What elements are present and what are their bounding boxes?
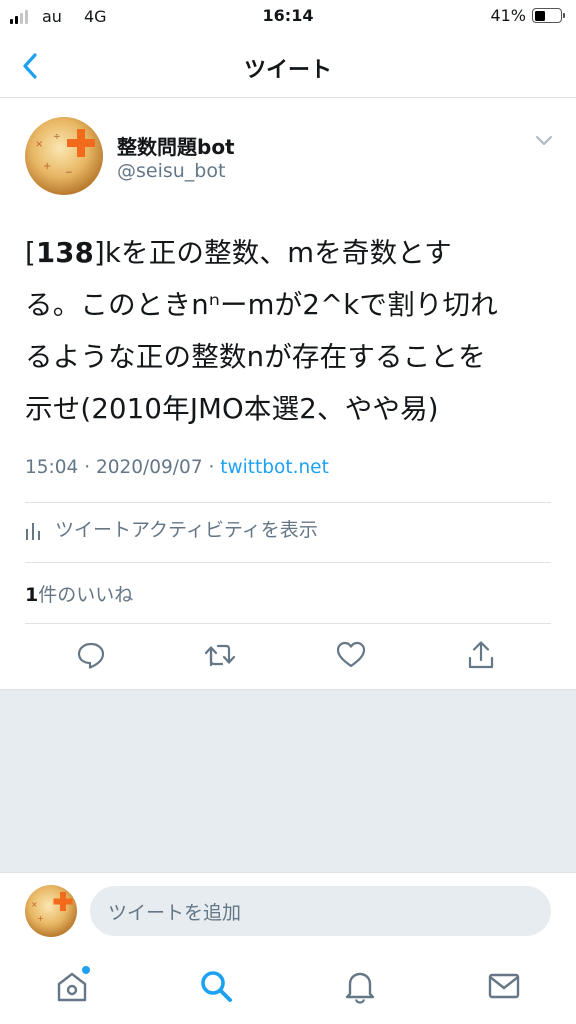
likes-label: 件のいいね [38,584,134,606]
tweet-detail: × ÷ + − 整数問題bot @seisu_bot [138]kを正の整数、m… [0,99,576,689]
notification-dot [82,966,90,974]
svg-text:×: × [31,900,38,909]
chevron-down-icon[interactable] [534,133,554,147]
search-icon [201,971,232,1002]
empty-replies-area [0,689,576,872]
tweet-timestamp: 15:04 · 2020/09/07 · [25,457,221,478]
tab-search[interactable] [196,966,236,1006]
reply-compose-bar: × + ツイートを追加 [0,872,576,948]
divider [25,562,551,563]
tweet-text-line2: る。このときnⁿーmが2^kで割り切れ [25,289,498,321]
tab-bar [0,948,576,1024]
reply-input[interactable]: ツイートを追加 [90,886,551,936]
reply-button[interactable] [73,637,109,673]
divider [25,623,551,624]
tweet-activity-label: ツイートアクティビティを表示 [55,519,318,541]
tweet-text-line3: るような正の整数nが存在することを [25,341,486,373]
heart-icon [336,641,366,668]
analytics-icon [26,522,40,540]
retweet-icon [204,644,236,667]
author-name[interactable]: 整数問題bot [117,131,235,160]
likes-count: 1 [25,584,39,606]
page-title: ツイート [243,58,332,83]
tweet-text-line: [138]kを正の整数、mを奇数とす [25,227,555,279]
likes-count-link[interactable]: 1件のいいね [25,580,133,607]
svg-text:×: × [35,139,43,150]
tweet-meta: 15:04 · 2020/09/07 · twittbot.net [25,457,329,478]
tab-notifications[interactable] [340,966,380,1006]
tweet-text: [138]kを正の整数、mを奇数とす る。このときnⁿーmが2^kで割り切れ る… [25,227,555,435]
author-handle[interactable]: @seisu_bot [117,160,225,182]
mail-icon [488,973,520,999]
tab-home[interactable] [52,966,92,1006]
svg-text:+: + [43,161,51,172]
tweet-activity-link[interactable]: ツイートアクティビティを表示 [25,515,318,542]
divider [25,502,551,503]
svg-text:+: + [37,914,44,923]
tweet-text-line1: ]kを正の整数、mを奇数とす [93,237,452,269]
problem-number: 138 [35,237,94,269]
source-link[interactable]: twittbot.net [220,457,329,478]
avatar[interactable]: × + [25,885,77,937]
share-icon [468,641,494,669]
battery-percent: 41% [490,6,526,25]
status-bar: au 4G 16:14 41% [0,0,576,34]
bell-icon [345,972,375,1004]
share-button[interactable] [463,637,499,673]
tweet-actions [25,637,551,677]
reply-icon [77,642,105,669]
like-button[interactable] [333,637,369,673]
avatar[interactable]: × ÷ + − [25,117,103,195]
retweet-button[interactable] [202,637,238,673]
tweet-text-line4: 示せ(2010年JMO本選2、やや易) [25,393,439,425]
status-right: 41% [490,6,565,25]
tab-messages[interactable] [484,966,524,1006]
svg-text:÷: ÷ [53,132,61,142]
battery-icon [532,8,565,23]
nav-header: ツイート [0,34,576,98]
tweet-text-bracket: [ [25,237,36,269]
svg-text:−: − [65,168,73,178]
